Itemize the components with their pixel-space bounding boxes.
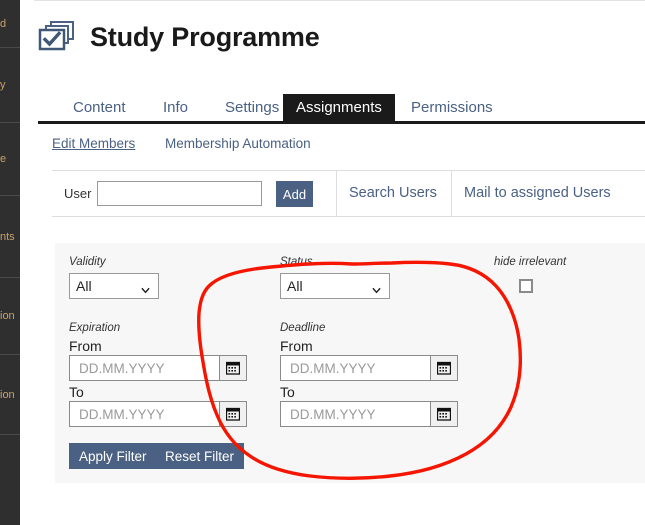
hide-irrelevant-label: hide irrelevant [494, 256, 567, 268]
tab-info[interactable]: Info [150, 94, 201, 121]
tab-label: Content [73, 99, 126, 116]
sidebar-item[interactable]: y [0, 48, 20, 123]
tab-content[interactable]: Content [60, 94, 139, 121]
divider [336, 171, 337, 216]
expiration-to-label: To [69, 384, 84, 400]
user-label: User [64, 186, 92, 201]
deadline-from-field [280, 355, 458, 381]
expiration-label: Expiration [69, 322, 121, 334]
user-action-bar: User Add Search Users Mail to assigned U… [52, 170, 645, 217]
hide-irrelevant-checkbox[interactable] [519, 279, 533, 293]
tab-label: Info [163, 99, 189, 116]
calendar-icon [226, 407, 240, 421]
subnav-item-edit-members[interactable]: Edit Members [52, 136, 135, 151]
sidebar-item[interactable]: d [0, 0, 20, 48]
expiration-from-label: From [69, 338, 102, 354]
expiration-from-input[interactable] [69, 355, 219, 381]
sidebar-item-label: e [0, 153, 7, 165]
validity-select[interactable]: All [69, 273, 159, 299]
tab-label: Assignments [296, 99, 382, 116]
top-divider [34, 0, 645, 1]
reset-filter-button[interactable]: Reset Filter [155, 443, 245, 469]
sidebar-item[interactable]: e [0, 123, 20, 196]
page-title: Study Programme [90, 21, 320, 52]
checked-pages-icon [38, 20, 78, 54]
sidebar-item[interactable]: ion [0, 355, 20, 435]
deadline-from-label: From [280, 338, 313, 354]
deadline-to-input[interactable] [280, 401, 430, 427]
calendar-icon-button[interactable] [219, 401, 247, 427]
tab-settings[interactable]: Settings [212, 94, 292, 121]
deadline-to-field [280, 401, 458, 427]
tab-label: Settings [225, 99, 280, 116]
status-label: Status [280, 256, 313, 268]
calendar-icon [226, 361, 240, 375]
validity-label: Validity [69, 256, 106, 268]
page-header: Study Programme [38, 20, 320, 54]
sidebar-item[interactable] [0, 435, 20, 525]
calendar-icon [437, 407, 451, 421]
sidebar-item-label: y [0, 79, 6, 91]
calendar-icon-button[interactable] [430, 355, 458, 381]
deadline-label: Deadline [280, 322, 326, 334]
expiration-from-field [69, 355, 247, 381]
mail-to-assigned-users-link[interactable]: Mail to assigned Users [464, 185, 611, 201]
tab-assignments[interactable]: Assignments [283, 94, 395, 121]
apply-filter-button[interactable]: Apply Filter [69, 443, 157, 469]
calendar-icon-button[interactable] [430, 401, 458, 427]
sidebar-item-label: d [0, 18, 7, 30]
expiration-to-input[interactable] [69, 401, 219, 427]
sidebar-item-label: ion [0, 310, 15, 322]
user-input[interactable] [97, 181, 262, 206]
add-user-button[interactable]: Add [276, 181, 313, 207]
sub-navigation: Edit Members Membership Automation [52, 136, 337, 151]
filter-panel: Validity All Status All hide irrelevant … [55, 243, 645, 483]
deadline-to-label: To [280, 384, 295, 400]
subnav-item-membership-automation[interactable]: Membership Automation [165, 136, 311, 151]
main-content: Study Programme Content Info Settings As… [20, 0, 645, 525]
calendar-icon-button[interactable] [219, 355, 247, 381]
expiration-to-field [69, 401, 247, 427]
sidebar-item-label: nts [0, 231, 15, 243]
sidebar-item-label: ion [0, 389, 15, 401]
sidebar-item[interactable]: nts [0, 196, 20, 278]
search-users-link[interactable]: Search Users [349, 185, 437, 201]
divider [451, 171, 452, 216]
left-sidebar: d y e nts ion ion [0, 0, 20, 525]
status-select[interactable]: All [280, 273, 390, 299]
calendar-icon [437, 361, 451, 375]
deadline-from-input[interactable] [280, 355, 430, 381]
tab-bar: Content Info Settings Assignments Permis… [38, 94, 645, 124]
tab-label: Permissions [411, 99, 493, 116]
tab-permissions[interactable]: Permissions [398, 94, 506, 121]
sidebar-item[interactable]: ion [0, 278, 20, 355]
